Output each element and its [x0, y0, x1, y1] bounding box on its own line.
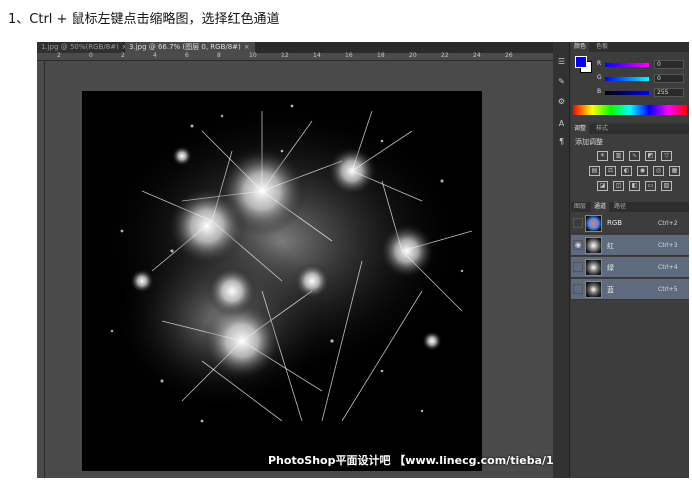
gradient-map-icon[interactable]: ▭ — [645, 181, 656, 191]
brightness-icon[interactable]: ☀ — [597, 151, 608, 161]
levels-icon[interactable]: ▥ — [613, 151, 624, 161]
black-white-icon[interactable]: ◐ — [621, 166, 632, 176]
red-slider-track[interactable] — [605, 63, 649, 67]
hue-saturation-icon[interactable]: ▤ — [589, 166, 600, 176]
ruler-tick: 26 — [505, 52, 513, 59]
color-lookup-icon[interactable]: ▦ — [669, 166, 680, 176]
right-panel-dock: ☰ ✎ ⚙ A ¶ 颜色 色板 R 0 G 0 B 255 调整 样式 添加调整… — [553, 42, 689, 478]
channel-name: RGB — [607, 219, 623, 227]
tab-adjustments[interactable]: 调整 — [571, 124, 590, 134]
channel-name: 蓝 — [607, 286, 614, 294]
channels-panel: 图层 通道 路径 RGB Ctrl+2 ◉ 红 Ctrl+3 绿 Ctrl+4 — [571, 202, 689, 478]
tab-swatches[interactable]: 色板 — [593, 42, 611, 52]
channel-thumbnail-green[interactable] — [585, 259, 602, 276]
add-adjustment-title: 添加调整 — [575, 138, 603, 146]
ruler-tick: 16 — [345, 52, 353, 59]
document-tab-1-label: 1.jpg @ 50%(RGB/8#) — [41, 43, 119, 51]
foreground-color-swatch[interactable] — [575, 56, 587, 68]
posterize-icon[interactable]: ◫ — [613, 181, 624, 191]
ruler-tick: 12 — [281, 52, 289, 59]
tab-channels[interactable]: 通道 — [591, 202, 610, 212]
visibility-toggle[interactable] — [573, 284, 583, 294]
color-panel: 颜色 色板 R 0 G 0 B 255 — [571, 42, 689, 122]
ruler-tick: 4 — [153, 52, 157, 59]
tab-layers[interactable]: 图层 — [571, 202, 589, 212]
horizontal-ruler[interactable]: 2 0 2 4 6 8 10 12 14 16 18 20 22 24 26 — [37, 52, 553, 61]
ruler-tick: 18 — [377, 52, 385, 59]
panel-toolstrip: ☰ ✎ ⚙ A ¶ — [553, 42, 570, 478]
channel-row-green[interactable]: 绿 Ctrl+4 — [571, 257, 689, 278]
close-icon[interactable]: × — [244, 43, 250, 51]
document-tab-1[interactable]: 1.jpg @ 50%(RGB/8#)× — [37, 42, 128, 53]
adjustments-panel: 调整 样式 添加调整 ☀ ▥ ∿ ◩ ▽ ▤ ⚖ ◐ ◉ ◎ ▦ ◪ ◫ ◧ ▭… — [571, 124, 689, 206]
channel-row-red[interactable]: ◉ 红 Ctrl+3 — [571, 235, 689, 256]
channel-row-blue[interactable]: 蓝 Ctrl+5 — [571, 279, 689, 300]
channel-shortcut: Ctrl+4 — [658, 264, 678, 271]
blue-slider[interactable]: B 255 — [597, 88, 687, 98]
ruler-tick: 8 — [217, 52, 221, 59]
document-tab-2[interactable]: 3.jpg @ 66.7% (图层 0, RGB/8#) × — [125, 42, 255, 53]
eye-icon[interactable]: ◉ — [573, 240, 583, 250]
watermark-text: PhotoShop平面设计吧 【www.linecg.com/tieba/178… — [268, 454, 588, 467]
adjustments-panel-tabs: 调整 样式 — [571, 124, 689, 134]
color-balance-icon[interactable]: ⚖ — [605, 166, 616, 176]
ruler-tick: 20 — [409, 52, 417, 59]
document-canvas[interactable] — [82, 91, 482, 471]
color-spectrum-bar[interactable] — [573, 105, 687, 115]
ruler-tick: 6 — [185, 52, 189, 59]
fireworks-channel-image — [97, 101, 473, 423]
blue-slider-track[interactable] — [605, 91, 649, 95]
photoshop-window: 1.jpg @ 50%(RGB/8#)× 3.jpg @ 66.7% (图层 0… — [37, 42, 689, 478]
tab-color[interactable]: 颜色 — [571, 42, 590, 52]
invert-icon[interactable]: ◪ — [597, 181, 608, 191]
red-slider-label: R — [597, 60, 602, 67]
ruler-tick: 22 — [441, 52, 449, 59]
color-panel-tabs: 颜色 色板 — [571, 42, 689, 52]
red-value-field[interactable]: 0 — [654, 60, 684, 69]
ruler-tick: 2 — [121, 52, 125, 59]
selective-color-icon[interactable]: ▨ — [661, 181, 672, 191]
history-icon[interactable]: ☰ — [556, 56, 567, 67]
channels-panel-tabs: 图层 通道 路径 — [571, 202, 689, 212]
paragraph-icon[interactable]: ¶ — [556, 136, 567, 147]
green-slider-track[interactable] — [605, 77, 649, 81]
green-slider[interactable]: G 0 — [597, 74, 687, 84]
ruler-tick: 10 — [249, 52, 257, 59]
curves-icon[interactable]: ∿ — [629, 151, 640, 161]
visibility-toggle[interactable] — [573, 218, 583, 228]
instruction-text: 1、Ctrl + 鼠标左键点击缩略图，选择红色通道 — [8, 12, 280, 27]
ruler-tick: 14 — [313, 52, 321, 59]
blue-value-field[interactable]: 255 — [654, 88, 684, 97]
ruler-tick: 0 — [89, 52, 93, 59]
adjust-icon[interactable]: ⚙ — [556, 96, 567, 107]
vibrance-icon[interactable]: ▽ — [661, 151, 672, 161]
text-icon[interactable]: A — [556, 118, 567, 129]
channel-mixer-icon[interactable]: ◎ — [653, 166, 664, 176]
threshold-icon[interactable]: ◧ — [629, 181, 640, 191]
channel-thumbnail-blue[interactable] — [585, 281, 602, 298]
channel-shortcut: Ctrl+3 — [658, 242, 678, 249]
red-slider[interactable]: R 0 — [597, 60, 687, 70]
exposure-icon[interactable]: ◩ — [645, 151, 656, 161]
document-tab-2-label: 3.jpg @ 66.7% (图层 0, RGB/8#) — [129, 43, 241, 51]
channel-thumbnail-red[interactable] — [585, 237, 602, 254]
channel-shortcut: Ctrl+2 — [658, 220, 678, 227]
blue-slider-label: B — [597, 88, 602, 95]
green-slider-label: G — [597, 74, 602, 81]
canvas-workspace[interactable] — [45, 61, 553, 478]
channel-name: 红 — [607, 242, 614, 250]
photo-filter-icon[interactable]: ◉ — [637, 166, 648, 176]
channel-shortcut: Ctrl+5 — [658, 286, 678, 293]
tab-paths[interactable]: 路径 — [611, 202, 629, 212]
channel-thumbnail-rgb[interactable] — [585, 215, 602, 232]
visibility-toggle[interactable] — [573, 262, 583, 272]
vertical-ruler[interactable] — [37, 61, 45, 478]
brush-icon[interactable]: ✎ — [556, 76, 567, 87]
green-value-field[interactable]: 0 — [654, 74, 684, 83]
channel-row-rgb[interactable]: RGB Ctrl+2 — [571, 213, 689, 234]
ruler-tick: 2 — [57, 52, 61, 59]
channel-name: 绿 — [607, 264, 614, 272]
ruler-tick: 24 — [473, 52, 481, 59]
tab-styles[interactable]: 样式 — [593, 124, 611, 134]
